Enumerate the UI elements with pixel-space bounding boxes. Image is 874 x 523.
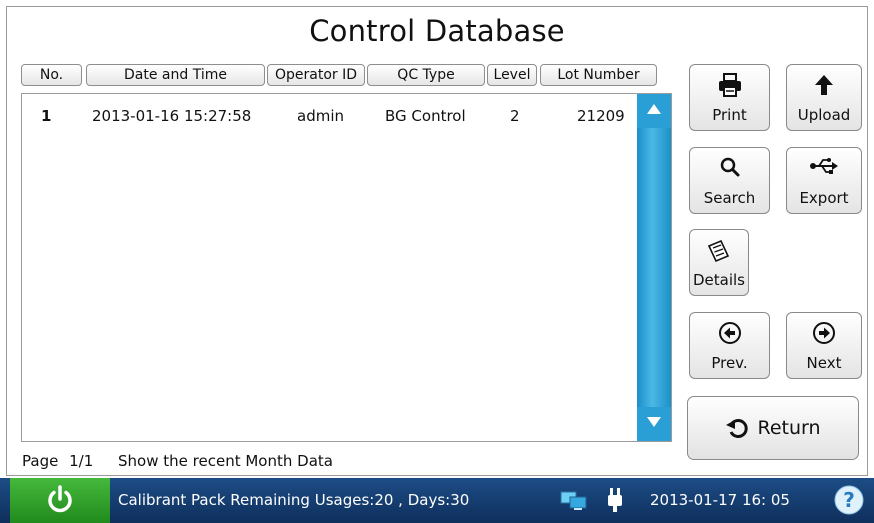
scrollbar[interactable]: [637, 94, 671, 441]
upload-arrow-icon: [787, 73, 861, 97]
return-button[interactable]: Return: [687, 396, 859, 460]
column-header-no[interactable]: No.: [21, 64, 82, 86]
scroll-up-button[interactable]: [637, 94, 671, 128]
printer-icon: [690, 73, 769, 97]
prev-label: Prev.: [711, 354, 748, 372]
return-label: Return: [757, 417, 821, 439]
column-header-level[interactable]: Level: [487, 64, 537, 86]
export-button[interactable]: Export: [786, 147, 862, 214]
next-button[interactable]: Next: [786, 312, 862, 379]
cell-level: 2: [510, 107, 520, 125]
next-arrow-icon: [787, 321, 861, 345]
status-bar: Calibrant Pack Remaining Usages:20 , Day…: [0, 478, 874, 523]
svg-text:?: ?: [843, 488, 855, 512]
details-button[interactable]: Details: [689, 229, 749, 296]
prev-arrow-icon: [690, 321, 769, 345]
upload-label: Upload: [797, 106, 851, 124]
export-label: Export: [799, 189, 849, 207]
plug-icon: [608, 488, 622, 512]
page-label: Page: [22, 452, 59, 470]
search-icon: [690, 156, 769, 180]
cell-date-time: 2013-01-16 15:27:58: [92, 107, 252, 125]
print-label: Print: [712, 106, 747, 124]
next-label: Next: [806, 354, 842, 372]
page-info: Page 1/1 Show the recent Month Data: [22, 452, 333, 470]
column-header-qc-type[interactable]: QC Type: [367, 64, 485, 86]
power-icon: [48, 485, 72, 513]
column-header-operator-id[interactable]: Operator ID: [267, 64, 365, 86]
prev-button[interactable]: Prev.: [689, 312, 770, 379]
column-header-lot-number[interactable]: Lot Number: [540, 64, 657, 86]
table-row[interactable]: 1 2013-01-16 15:27:58 admin BG Control 2…: [22, 102, 638, 130]
cell-lot-number: 21209: [577, 107, 625, 125]
return-icon: [726, 419, 749, 438]
page-value: 1/1: [69, 452, 94, 470]
details-icon: [690, 238, 748, 263]
cell-qc-type: BG Control: [385, 107, 466, 125]
search-button[interactable]: Search: [689, 147, 770, 214]
network-icon: [560, 491, 587, 510]
range-text: Show the recent Month Data: [118, 452, 333, 470]
details-label: Details: [692, 271, 745, 289]
print-button[interactable]: Print: [689, 64, 770, 131]
triangle-down-icon: [647, 417, 661, 427]
status-message: Calibrant Pack Remaining Usages:20 , Day…: [118, 491, 470, 509]
page-title: Control Database: [309, 14, 565, 48]
triangle-up-icon: [647, 104, 661, 114]
usb-icon: [787, 156, 861, 180]
status-datetime: 2013-01-17 16: 05: [650, 491, 790, 509]
cell-no: 1: [41, 107, 52, 125]
power-button[interactable]: [10, 478, 110, 523]
upload-button[interactable]: Upload: [786, 64, 862, 131]
scroll-down-button[interactable]: [637, 407, 671, 441]
records-list: 1 2013-01-16 15:27:58 admin BG Control 2…: [21, 93, 672, 442]
help-icon[interactable]: ?: [834, 485, 864, 515]
search-label: Search: [703, 189, 756, 207]
column-header-date-time[interactable]: Date and Time: [86, 64, 265, 86]
cell-operator-id: admin: [297, 107, 344, 125]
